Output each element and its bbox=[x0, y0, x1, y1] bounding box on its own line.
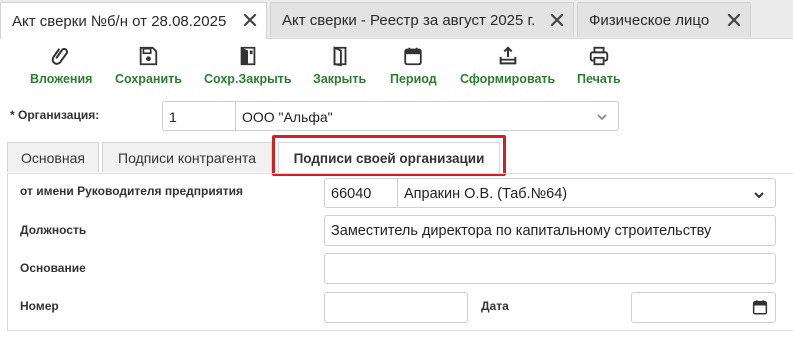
doc-tab-label: Акт сверки №б/н от 28.08.2025 bbox=[12, 12, 227, 30]
close-icon[interactable] bbox=[242, 12, 258, 28]
doc-tab-label: Акт сверки - Реестр за август 2025 г. bbox=[282, 11, 536, 29]
organization-label: * Организация: bbox=[10, 108, 100, 122]
toolbar: Вложения Сохранить Сохр.Закрыть Закрыть … bbox=[0, 39, 793, 94]
tab-own-organization-signatures[interactable]: Подписи своей организации bbox=[278, 142, 500, 174]
doc-tab-label: Физическое лицо bbox=[589, 11, 710, 29]
organization-select[interactable]: ООО "Альфа" bbox=[235, 101, 619, 131]
position-label: Должность bbox=[20, 223, 87, 237]
save-label: Сохранить bbox=[115, 72, 182, 86]
basis-field[interactable] bbox=[324, 253, 776, 284]
calendar-icon bbox=[404, 47, 423, 66]
print-label: Печать bbox=[577, 72, 621, 86]
close-label: Закрыть bbox=[313, 72, 367, 86]
door-icon bbox=[333, 46, 346, 67]
print-button[interactable]: Печать bbox=[577, 45, 621, 86]
printer-icon bbox=[589, 46, 608, 66]
save-close-button[interactable]: Сохр.Закрыть bbox=[204, 45, 292, 86]
tab-main[interactable]: Основная bbox=[7, 142, 99, 172]
doc-tab-individual[interactable]: Физическое лицо bbox=[577, 2, 751, 37]
upload-tray-icon bbox=[499, 46, 516, 65]
document-tabs-bar: Акт сверки №б/н от 28.08.2025 Акт сверки… bbox=[0, 0, 793, 39]
date-field[interactable] bbox=[631, 292, 776, 323]
paperclip-icon bbox=[51, 47, 69, 65]
section-tabs: Основная Подписи контрагента Подписи сво… bbox=[0, 140, 793, 174]
save-close-icon bbox=[240, 46, 256, 66]
signer-select[interactable]: Апракин О.В. (Таб.№64) bbox=[397, 178, 776, 208]
generate-button[interactable]: Сформировать bbox=[460, 45, 555, 86]
save-close-label: Сохр.Закрыть bbox=[204, 72, 292, 86]
doc-tab-reconciliation-act[interactable]: Акт сверки №б/н от 28.08.2025 bbox=[0, 2, 267, 39]
close-icon[interactable] bbox=[549, 12, 565, 28]
tab-counterparty-signatures[interactable]: Подписи контрагента bbox=[102, 142, 272, 172]
attachments-button[interactable]: Вложения bbox=[30, 45, 92, 86]
close-button[interactable]: Закрыть bbox=[313, 45, 366, 86]
signer-name-value: Апракин О.В. (Таб.№64) bbox=[404, 186, 568, 202]
attachments-label: Вложения bbox=[30, 72, 93, 86]
generate-label: Сформировать bbox=[460, 72, 556, 86]
calendar-icon[interactable] bbox=[751, 298, 769, 316]
save-button[interactable]: Сохранить bbox=[115, 45, 182, 86]
organization-name-value: ООО "Альфа" bbox=[242, 109, 333, 125]
number-label: Номер bbox=[20, 299, 59, 313]
period-button[interactable]: Период bbox=[390, 45, 437, 86]
doc-tab-reconciliation-registry[interactable]: Акт сверки - Реестр за август 2025 г. bbox=[270, 2, 574, 37]
position-field[interactable]: Заместитель директора по капитальному ст… bbox=[324, 215, 776, 246]
close-icon[interactable] bbox=[726, 12, 742, 28]
date-label: Дата bbox=[481, 299, 509, 313]
floppy-disk-icon bbox=[140, 46, 158, 66]
period-label: Период bbox=[390, 72, 437, 86]
organization-code-field[interactable]: 1 bbox=[162, 101, 236, 131]
chevron-down-icon[interactable] bbox=[596, 111, 608, 123]
on-behalf-label: от имени Руководителя предприятия bbox=[20, 184, 243, 198]
basis-label: Основание bbox=[20, 261, 86, 275]
chevron-down-icon[interactable] bbox=[753, 189, 765, 201]
number-field[interactable] bbox=[324, 292, 468, 323]
signer-code-field[interactable]: 66040 bbox=[324, 178, 398, 208]
